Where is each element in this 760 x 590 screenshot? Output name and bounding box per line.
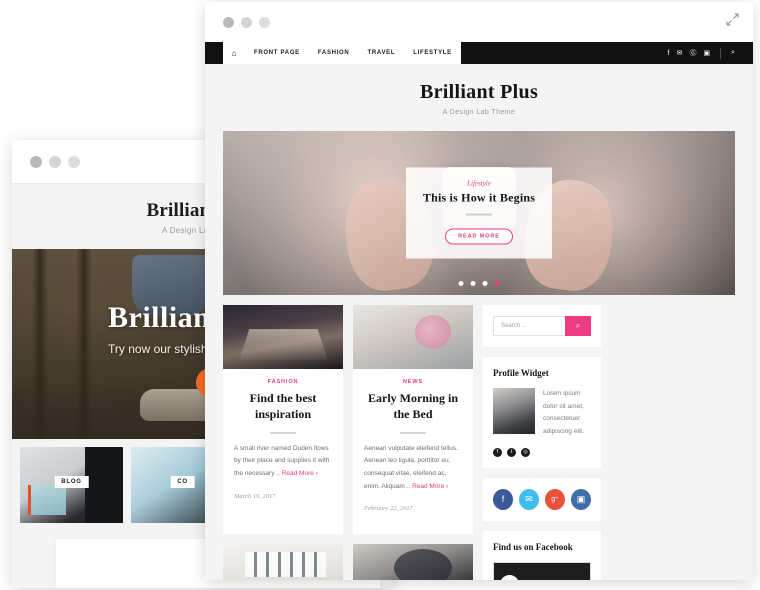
nav-menu: ⌂ FRONT PAGE FASHION TRAVEL LIFESTYLE [223, 42, 461, 64]
facebook-page-embed[interactable]: W WordPress 1.1M likes © WordPress [493, 561, 591, 580]
book-decor [28, 485, 66, 515]
hero-slider[interactable]: Lifestyle This is How it Begins READ MOR… [223, 131, 735, 295]
post-category[interactable]: FASHION [234, 379, 332, 385]
twitter-button[interactable]: ✉ [519, 488, 539, 510]
close-dot[interactable] [30, 155, 42, 168]
twitter-icon[interactable]: t [507, 447, 516, 457]
post-body: FASHION Find the best inspiration A smal… [223, 369, 343, 512]
slider-dot-4-active[interactable] [494, 281, 500, 286]
facebook-cover: W WordPress 1.1M likes © WordPress [494, 562, 590, 580]
post-read-more-link[interactable]: Read More › [282, 470, 318, 477]
facebook-widget: Find us on Facebook W WordPress 1.1M lik… [483, 530, 601, 580]
maximize-dot[interactable] [259, 16, 270, 28]
slide-title: This is How it Begins [422, 190, 536, 205]
back-window-traffic-lights [30, 155, 80, 168]
social-button-row: f ✉ g⁺ ▣ [493, 488, 591, 510]
site-navbar: ⌂ FRONT PAGE FASHION TRAVEL LIFESTYLE f … [205, 42, 753, 64]
tile-blog[interactable]: BLOG [20, 447, 123, 523]
slider-dot-2[interactable] [470, 281, 476, 286]
facebook-button[interactable]: f [493, 488, 513, 510]
minimize-dot[interactable] [241, 16, 252, 28]
post-title[interactable]: Find the best inspiration [234, 391, 332, 423]
post-card[interactable]: FASHION Find the best inspiration A smal… [223, 305, 343, 535]
post-thumbnail[interactable] [353, 544, 473, 580]
nav-item-fashion[interactable]: FASHION [308, 42, 359, 64]
expand-icon[interactable] [726, 13, 739, 31]
search-submit-button[interactable]: ⌕ [565, 316, 591, 336]
search-bar: Search .. ⌕ [493, 316, 591, 336]
slider-dot-1[interactable] [458, 281, 464, 286]
post-body: NEWS Early Morning in the Bed Aenean vul… [353, 369, 473, 524]
post-excerpt: A small river named Duden flows by their… [234, 443, 332, 481]
post-card[interactable]: FASHION Tips to Improve Your [353, 544, 473, 580]
site-title: Brilliant Plus [419, 81, 539, 103]
twitter-icon[interactable]: ✉ [677, 49, 683, 57]
social-links-widget: f ✉ g⁺ ▣ [483, 477, 601, 521]
minimize-dot[interactable] [49, 155, 61, 168]
slider-dots [458, 281, 500, 286]
front-window-traffic-lights [223, 16, 270, 28]
nav-item-lifestyle[interactable]: LIFESTYLE [404, 42, 461, 64]
maximize-dot[interactable] [68, 155, 80, 168]
tile-label: BLOG [54, 475, 89, 488]
front-window-titlebar [205, 2, 753, 42]
post-thumbnail[interactable] [353, 305, 473, 369]
post-title[interactable]: Early Morning in the Bed [364, 391, 462, 423]
site-body: Lifestyle This is How it Begins READ MOR… [205, 131, 753, 580]
nav-item-front-page[interactable]: FRONT PAGE [245, 42, 309, 64]
slide-divider [466, 213, 492, 216]
slider-dot-3[interactable] [482, 281, 488, 286]
profile-widget: Profile Widget Lorem ipsum dolor sit ame… [483, 357, 601, 468]
dark-panel-decor [85, 447, 123, 523]
post-date: March 19, 2017 [234, 492, 276, 500]
tile-label: CO [170, 475, 195, 488]
post-thumbnail[interactable] [223, 544, 343, 580]
search-input[interactable]: Search .. [493, 316, 565, 336]
post-date: February 22, 2017 [364, 505, 413, 513]
post-excerpt: Aenean vulputate eleifend tellus. Aenean… [364, 443, 462, 494]
main-grid: FASHION Find the best inspiration A smal… [223, 295, 735, 580]
nav-social-group: f ✉ Ⓖ ▣ ⌕ [668, 47, 735, 59]
instagram-button[interactable]: ▣ [571, 488, 591, 510]
profile-social-icons: f t ◎ [493, 447, 591, 457]
nav-divider [720, 47, 722, 59]
instagram-icon[interactable]: ◎ [521, 447, 530, 457]
sidebar: Search .. ⌕ Profile Widget Lorem ipsum d… [483, 305, 601, 580]
facebook-widget-title: Find us on Facebook [493, 541, 573, 552]
site-brand: Brilliant Plus A Design Lab Theme [205, 64, 753, 131]
avatar [493, 388, 535, 434]
post-divider [270, 431, 296, 434]
profile-row: Lorem ipsum dolor sit amet, consectetuer… [493, 388, 591, 439]
slide-read-more-button[interactable]: READ MORE [445, 228, 513, 245]
front-browser-window[interactable]: ⌂ FRONT PAGE FASHION TRAVEL LIFESTYLE f … [205, 2, 753, 580]
post-card[interactable]: NEWS Early Morning in the Bed Aenean vul… [353, 305, 473, 535]
search-icon[interactable]: ⌕ [731, 49, 735, 57]
google-plus-icon[interactable]: Ⓖ [689, 48, 696, 58]
post-read-more-link[interactable]: Read More › [412, 483, 448, 490]
site-tagline: A Design Lab Theme [442, 109, 516, 116]
slide-caption: Lifestyle This is How it Begins READ MOR… [406, 167, 552, 259]
post-divider [400, 431, 426, 434]
close-dot[interactable] [223, 16, 234, 28]
profile-text: Lorem ipsum dolor sit amet, consectetuer… [543, 390, 584, 436]
facebook-icon[interactable]: f [493, 447, 502, 457]
post-list: FASHION Find the best inspiration A smal… [223, 305, 473, 580]
post-card[interactable]: LIFESTYLE Modern Interior [223, 544, 343, 580]
search-widget: Search .. ⌕ [483, 305, 601, 347]
slide-category[interactable]: Lifestyle [416, 180, 542, 188]
facebook-icon[interactable]: f [668, 50, 670, 57]
home-icon[interactable]: ⌂ [223, 42, 245, 64]
nav-item-travel[interactable]: TRAVEL [358, 42, 405, 64]
profile-widget-title: Profile Widget [493, 368, 549, 378]
instagram-icon[interactable]: ▣ [703, 49, 710, 57]
google-plus-button[interactable]: g⁺ [545, 488, 565, 510]
post-category[interactable]: NEWS [364, 379, 462, 385]
wordpress-logo-icon: W [500, 575, 519, 580]
post-thumbnail[interactable] [223, 305, 343, 369]
